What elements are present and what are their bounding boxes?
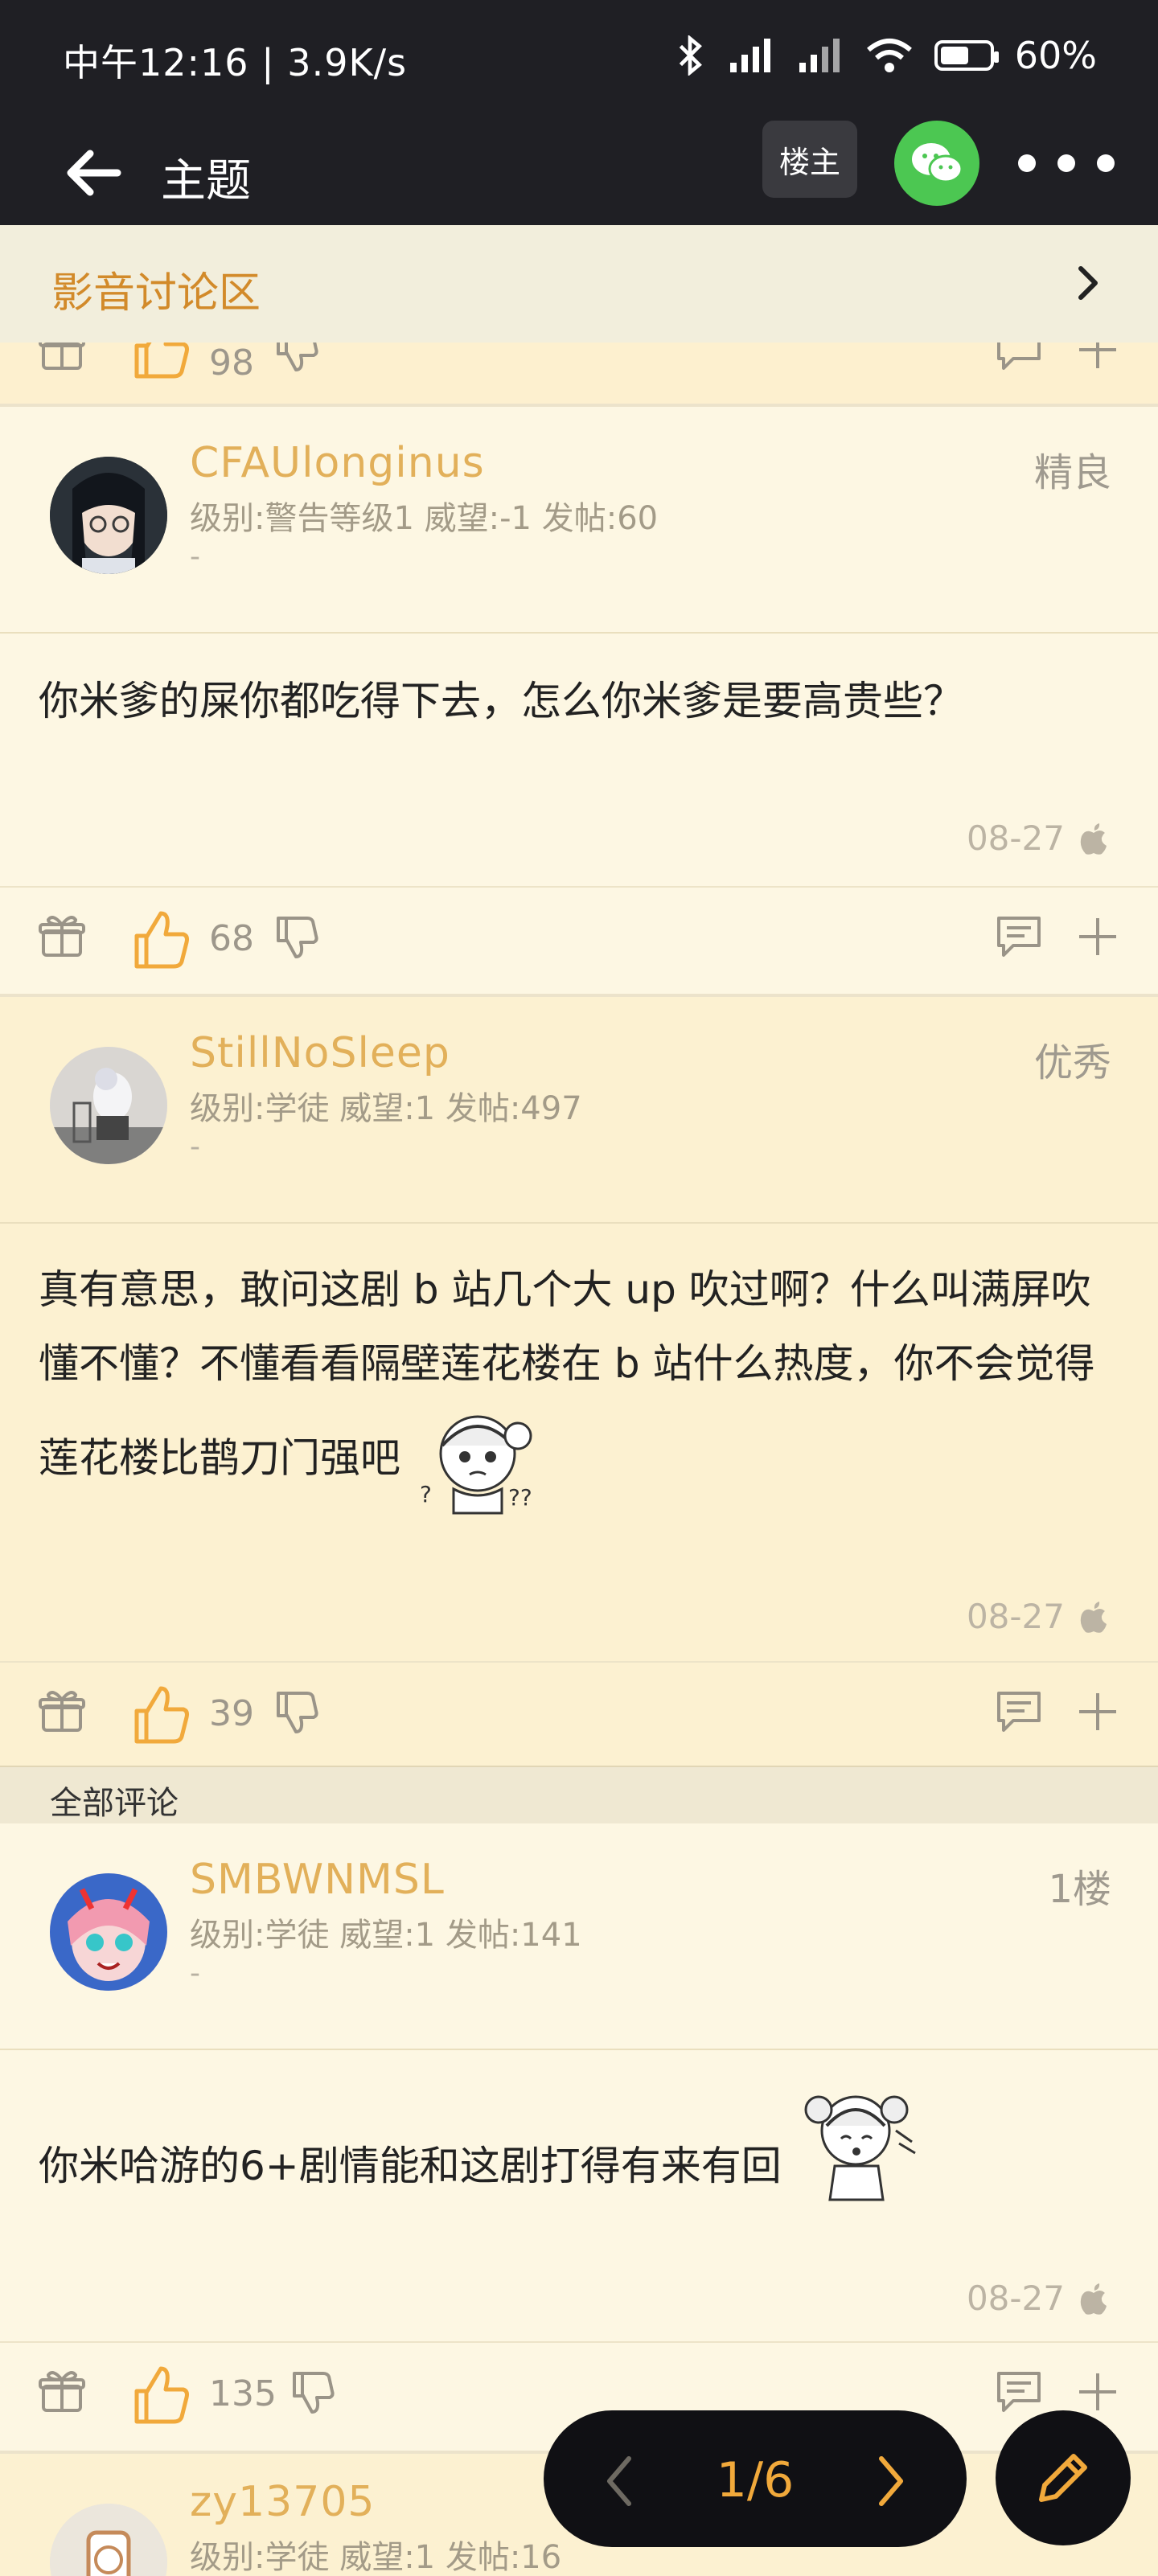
post-date-text: 08-27 — [966, 818, 1065, 858]
post-header: StillNoSleep 级别:学徒 威望:1 发帖:497 - 优秀 — [0, 997, 1158, 1224]
comment-icon[interactable] — [994, 343, 1044, 375]
gift-icon[interactable] — [37, 1687, 87, 1737]
post-header: CFAUlonginus 级别:警告等级1 威望:-1 发帖:60 - 精良 — [0, 407, 1158, 634]
post-content: 真有意思，敢问这剧 b 站几个大 up 吹过啊？什么叫满屏吹懂不懂？不懂看看隔壁… — [39, 1253, 1108, 1521]
user-signature: - — [190, 1130, 200, 1163]
arrow-left-icon — [67, 150, 121, 196]
post-card: StillNoSleep 级别:学徒 威望:1 发帖:497 - 优秀 真有意思… — [0, 994, 1158, 1769]
section-label: 全部评论 — [50, 1785, 179, 1822]
apple-icon — [1080, 822, 1107, 855]
post-date-text: 08-27 — [966, 1597, 1065, 1636]
emoji-sticker-icon — [804, 2095, 916, 2201]
thumbs-up-icon[interactable] — [129, 2362, 193, 2426]
user-meta: 级别:学徒 威望:1 发帖:16 — [190, 2539, 562, 2576]
user-meta: 级别:学徒 威望:1 发帖:497 — [190, 1090, 582, 1127]
username[interactable]: SMBWNMSL — [190, 1856, 445, 1904]
avatar-image — [50, 457, 167, 574]
gift-icon[interactable] — [37, 343, 87, 375]
thumbs-down-icon[interactable] — [272, 912, 322, 962]
op-filter-button[interactable]: 楼主 — [762, 121, 857, 198]
thumbs-down-icon[interactable] — [272, 343, 322, 375]
svg-text:??: ?? — [508, 1484, 532, 1511]
plus-icon[interactable] — [1073, 1687, 1123, 1737]
forum-breadcrumb[interactable]: 影音讨论区 — [0, 225, 1158, 344]
battery-percent: 60% — [1014, 34, 1097, 77]
post-badge: 精良 — [1033, 450, 1111, 495]
thumbs-up-icon[interactable] — [129, 1682, 193, 1746]
avatar-image — [50, 1047, 167, 1164]
comment-icon[interactable] — [994, 912, 1044, 962]
page-title: 主题 — [161, 155, 251, 207]
plus-icon[interactable] — [1073, 343, 1123, 375]
post-content-text: 你米哈游的6+剧情能和这剧打得有来有回 — [39, 2143, 782, 2189]
plus-icon[interactable] — [1073, 2367, 1123, 2417]
thumbs-down-icon[interactable] — [272, 1687, 322, 1737]
back-button[interactable] — [56, 137, 129, 209]
plus-icon[interactable] — [1073, 912, 1123, 962]
like-count: 39 — [209, 1693, 254, 1734]
post-date: 08-27 — [967, 818, 1108, 858]
signal-icon-2 — [799, 39, 840, 72]
apple-icon — [1080, 1601, 1107, 1633]
emoji-sticker-icon: ? ?? — [420, 1415, 532, 1515]
post-badge: 1楼 — [1048, 1867, 1111, 1912]
more-options-button[interactable] — [1018, 143, 1115, 183]
user-meta: 级别:警告等级1 威望:-1 发帖:60 — [190, 500, 659, 537]
partial-action-bar: 98 — [0, 343, 1158, 407]
user-signature: - — [190, 1957, 200, 1990]
username[interactable]: zy13705 — [190, 2478, 376, 2526]
post-card: SMBWNMSL 级别:学徒 威望:1 发帖:141 - 1楼 你米哈游的6+剧… — [0, 1823, 1158, 2451]
svg-text:?: ? — [420, 1481, 432, 1507]
username[interactable]: CFAUlonginus — [190, 439, 485, 487]
pencil-icon — [1039, 2454, 1087, 2502]
compose-reply-button[interactable] — [996, 2410, 1131, 2545]
thumbs-down-icon[interactable] — [288, 2367, 338, 2417]
like-count: 135 — [209, 2373, 277, 2414]
signal-icon — [729, 39, 770, 72]
apple-icon — [1080, 2283, 1107, 2315]
status-icons: 60% — [674, 34, 1097, 77]
post-date: 08-27 — [967, 2279, 1108, 2318]
post-card: CFAUlonginus 级别:警告等级1 威望:-1 发帖:60 - 精良 你… — [0, 407, 1158, 994]
post-header: SMBWNMSL 级别:学徒 威望:1 发帖:141 - 1楼 — [0, 1823, 1158, 2050]
chevron-right-icon[interactable] — [862, 2449, 918, 2513]
user-meta: 级别:学徒 威望:1 发帖:141 — [190, 1917, 582, 1954]
wifi-icon — [866, 39, 912, 72]
chevron-right-icon — [1078, 266, 1098, 300]
thumbs-up-icon[interactable] — [129, 343, 193, 381]
status-time: 中午12:16 | 3.9K/s — [63, 41, 408, 84]
section-header: 全部评论 — [0, 1766, 1158, 1827]
post-content: 你米哈游的6+剧情能和这剧打得有来有回 — [39, 2082, 1116, 2203]
gift-icon[interactable] — [37, 912, 87, 962]
gift-icon[interactable] — [37, 2367, 87, 2417]
forum-name: 影音讨论区 — [51, 269, 261, 318]
bluetooth-icon — [679, 35, 702, 76]
avatar[interactable] — [50, 2504, 167, 2576]
comment-icon[interactable] — [994, 2367, 1044, 2417]
avatar[interactable] — [50, 457, 167, 574]
post-content-text: 真有意思，敢问这剧 b 站几个大 up 吹过啊？什么叫满屏吹懂不懂？不懂看看隔壁… — [39, 1266, 1095, 1482]
avatar[interactable] — [50, 1047, 167, 1164]
wechat-icon — [912, 143, 963, 183]
post-date: 08-27 — [967, 1597, 1108, 1636]
like-count: 98 — [209, 343, 254, 384]
post-date-text: 08-27 — [966, 2279, 1065, 2318]
thumbs-up-icon[interactable] — [129, 907, 193, 971]
post-action-bar: 39 — [0, 1661, 1158, 1767]
wechat-share-button[interactable] — [894, 121, 979, 206]
battery-icon — [934, 40, 999, 71]
post-content: 你米爹的屎你都吃得下去，怎么你米爹是要高贵些？ — [39, 678, 963, 724]
user-signature: - — [190, 540, 200, 573]
post-action-bar: 68 — [0, 886, 1158, 992]
status-bar: 中午12:16 | 3.9K/s 60% — [0, 0, 1158, 121]
app-bar: 主题 楼主 — [0, 121, 1158, 225]
avatar-image — [50, 1873, 167, 1991]
avatar[interactable] — [50, 1873, 167, 1991]
like-count: 68 — [209, 918, 254, 959]
post-badge: 优秀 — [1033, 1040, 1111, 1085]
username[interactable]: StillNoSleep — [190, 1029, 450, 1077]
page-navigator: 1/6 — [544, 2410, 967, 2547]
avatar-image — [50, 2504, 167, 2576]
comment-icon[interactable] — [994, 1687, 1044, 1737]
